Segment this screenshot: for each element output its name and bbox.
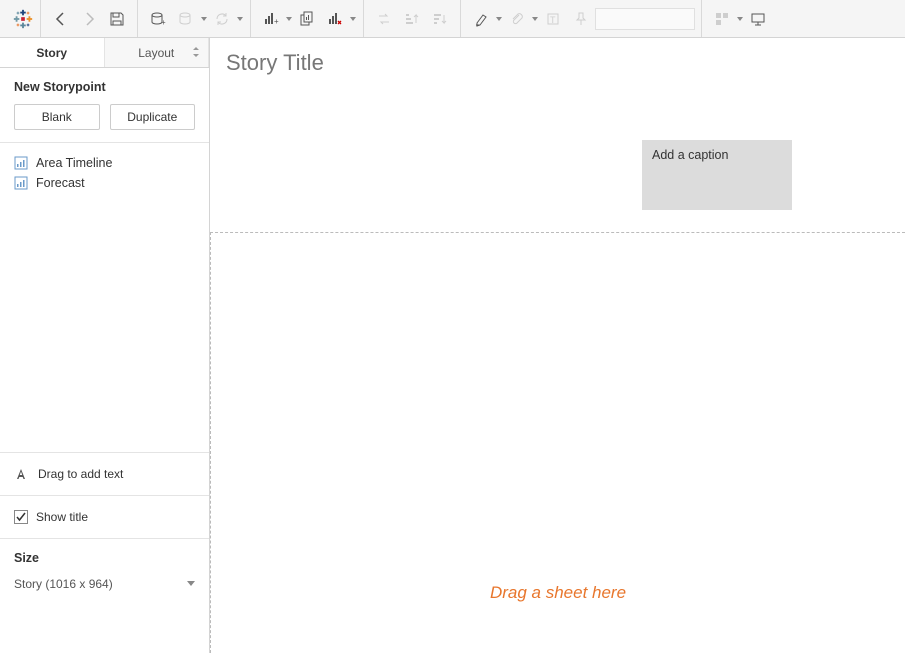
pin-button[interactable] [569,7,593,31]
button-label: Duplicate [127,110,177,124]
story-canvas: Story Title Add a caption Drag a sheet h… [210,38,905,653]
show-title-label: Show title [36,510,88,524]
refresh-button[interactable] [210,7,234,31]
new-worksheet-dropdown[interactable] [285,17,293,21]
size-section: Size Story (1016 x 964) [0,539,209,605]
svg-text:T: T [550,15,556,25]
new-worksheet-button[interactable]: + [259,7,283,31]
svg-text:+: + [161,18,166,27]
show-title-checkbox[interactable] [14,510,28,524]
svg-text:+: + [274,17,279,26]
button-label: Blank [42,110,72,124]
sort-asc-button[interactable] [400,7,424,31]
caption-text: Add a caption [652,148,728,162]
highlight-dropdown[interactable] [495,17,503,21]
highlight-button[interactable] [469,7,493,31]
duplicate-button[interactable]: Duplicate [110,104,196,130]
swap-button[interactable] [372,7,396,31]
caption-box[interactable]: Add a caption [642,140,792,210]
tab-label: Layout [138,46,174,60]
blank-button[interactable]: Blank [14,104,100,130]
forward-button[interactable] [77,7,101,31]
main: Story Layout New Storypoint Blank Duplic… [0,38,905,653]
toolbar-search-input[interactable] [595,8,695,30]
sort-icon [192,46,200,60]
tab-label: Story [36,46,67,60]
size-select[interactable]: Story (1016 x 964) [14,575,195,593]
text-icon [14,467,28,481]
clear-sheet-button[interactable] [323,7,347,31]
drag-text-label: Drag to add text [38,467,123,481]
sheet-drop-zone[interactable]: Drag a sheet here [210,232,905,653]
save-button[interactable] [105,7,129,31]
sidebar-tabs: Story Layout [0,38,209,68]
pause-updates-dropdown[interactable] [200,17,208,21]
tab-layout[interactable]: Layout [105,38,210,67]
new-datasource-button[interactable]: + [146,7,170,31]
sheet-item-area-timeline[interactable]: Area Timeline [14,153,195,173]
worksheet-icon [14,176,28,190]
sheet-item-forecast[interactable]: Forecast [14,173,195,193]
refresh-dropdown[interactable] [236,17,244,21]
worksheet-icon [14,156,28,170]
clear-sheet-dropdown[interactable] [349,17,357,21]
new-storypoint-section: New Storypoint Blank Duplicate [0,68,209,143]
chevron-down-icon [187,581,195,587]
back-button[interactable] [49,7,73,31]
attach-dropdown[interactable] [531,17,539,21]
pause-updates-button[interactable] [174,7,198,31]
story-title[interactable]: Story Title [226,50,889,76]
sort-desc-button[interactable] [428,7,452,31]
show-me-button[interactable] [710,7,734,31]
duplicate-sheet-button[interactable] [295,7,319,31]
sidebar: Story Layout New Storypoint Blank Duplic… [0,38,210,653]
sheet-label: Area Timeline [36,156,112,170]
show-me-dropdown[interactable] [736,17,744,21]
drag-to-add-text[interactable]: Drag to add text [0,453,209,496]
size-value: Story (1016 x 964) [14,577,113,591]
presentation-button[interactable] [746,7,770,31]
label-button[interactable]: T [541,7,565,31]
drop-hint: Drag a sheet here [490,583,626,603]
attach-button[interactable] [505,7,529,31]
check-icon [16,512,26,522]
toolbar: + + T [0,0,905,38]
sheet-label: Forecast [36,176,85,190]
show-title-row[interactable]: Show title [0,496,209,539]
size-title: Size [14,551,195,565]
tab-story[interactable]: Story [0,38,105,67]
sheet-list: Area Timeline Forecast [0,143,209,453]
tableau-logo [12,8,34,30]
section-title: New Storypoint [14,80,195,94]
